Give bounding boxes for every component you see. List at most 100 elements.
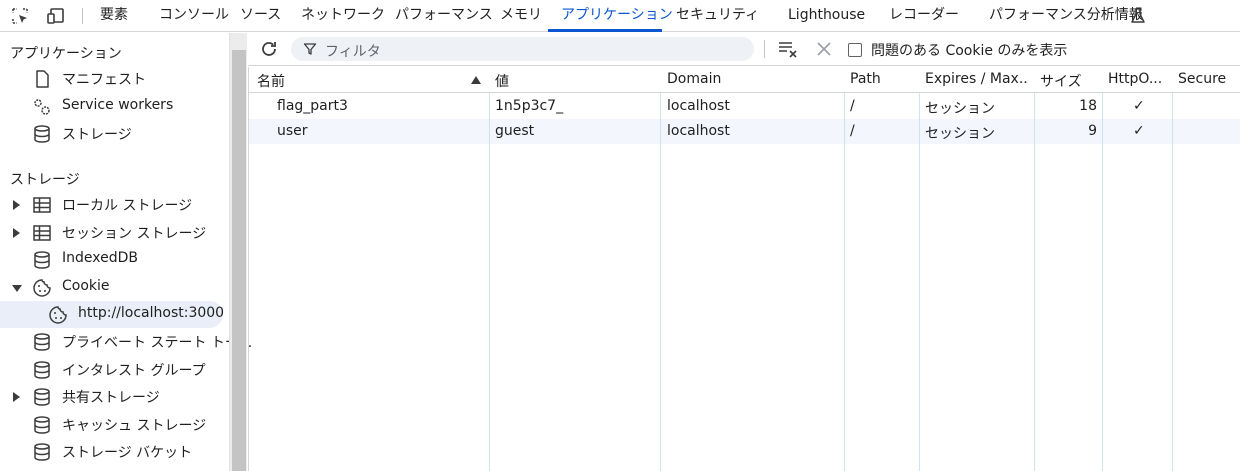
sidebar-item-label: http://localhost:3000 — [78, 305, 225, 321]
filter-funnel-icon — [303, 43, 317, 55]
sidebar-item-label: セッション ストレージ — [62, 226, 207, 242]
tab-performance[interactable]: パフォーマンス — [395, 0, 493, 32]
cell-size: 9 — [1088, 123, 1097, 139]
sidebar-item-local-storage[interactable]: ローカル ストレージ — [0, 191, 229, 218]
cell-value: 1n5p3c7_ — [495, 98, 564, 114]
sidebar-item-label: ローカル ストレージ — [62, 198, 193, 214]
sidebar-item-indexeddb[interactable]: IndexedDB — [0, 246, 229, 273]
sidebar-item-label: IndexedDB — [62, 250, 138, 266]
column-divider[interactable] — [1034, 67, 1035, 471]
sidebar-item-private-state-tokens[interactable]: プライベート ステート トー... — [0, 328, 252, 355]
tab-memory[interactable]: メモリ — [500, 0, 542, 32]
tab-application[interactable]: アプリケーション — [561, 0, 673, 32]
sidebar-item-service-workers[interactable]: Service workers — [0, 93, 229, 120]
tab-recorder[interactable]: レコーダー — [889, 0, 959, 32]
cookie-panel: フィルタ 問題のある Cookie のみを表示 flag_part3 1n5p3… — [248, 33, 1240, 471]
sidebar-item-label: プライベート ステート トー... — [62, 335, 253, 351]
table-row[interactable]: user guest localhost / セッション 9 ✓ — [249, 119, 1240, 144]
sidebar-item-storage-overview[interactable]: ストレージ — [0, 120, 229, 147]
clear-all-cookies-icon[interactable] — [777, 39, 799, 59]
sidebar-item-label: Cookie — [62, 278, 110, 294]
column-divider[interactable] — [1102, 67, 1103, 471]
cell-expires: セッション — [925, 126, 995, 142]
sidebar-item-shared-storage[interactable]: 共有ストレージ — [0, 383, 229, 410]
database-icon — [34, 443, 50, 461]
sort-ascending-icon[interactable] — [471, 76, 481, 84]
table-icon — [33, 197, 51, 213]
column-header-name[interactable]: 名前 — [257, 71, 285, 91]
column-header-size[interactable]: サイズ — [1040, 71, 1082, 91]
tab-sources[interactable]: ソース — [240, 0, 281, 32]
column-header-expires[interactable]: Expires / Max... — [925, 71, 1029, 87]
sidebar-item-cache-storage[interactable]: キャッシュ ストレージ — [0, 411, 229, 438]
expand-arrow-icon[interactable] — [13, 200, 20, 210]
tab-bar-separator — [82, 8, 83, 24]
scrollbar-thumb[interactable] — [232, 50, 246, 471]
filter-input[interactable]: フィルタ — [291, 37, 754, 61]
only-issues-checkbox[interactable] — [848, 43, 862, 57]
column-header-domain[interactable]: Domain — [667, 71, 721, 87]
filter-placeholder: フィルタ — [325, 44, 381, 60]
database-icon — [34, 333, 50, 351]
tab-network[interactable]: ネットワーク — [301, 0, 385, 32]
delete-selected-icon[interactable] — [814, 39, 834, 59]
refresh-icon[interactable] — [259, 39, 279, 59]
sidebar-item-label: ストレージ バケット — [62, 445, 193, 461]
cell-domain: localhost — [667, 123, 730, 139]
column-divider[interactable] — [660, 67, 661, 471]
sidebar-heading-application: アプリケーション — [10, 46, 122, 62]
active-tab-indicator — [548, 29, 662, 32]
sidebar-item-cookies[interactable]: Cookie — [0, 274, 229, 301]
sidebar-item-label: キャッシュ ストレージ — [62, 418, 207, 434]
tab-lighthouse[interactable]: Lighthouse — [788, 0, 865, 32]
cell-path: / — [850, 123, 855, 139]
application-sidebar: アプリケーション マニフェスト Service workers ストレージ スト… — [0, 33, 252, 471]
sidebar-item-storage-buckets[interactable]: ストレージ バケット — [0, 438, 229, 465]
cell-name: user — [277, 123, 308, 139]
database-icon — [34, 361, 50, 379]
database-icon — [34, 388, 50, 406]
toolbar-separator — [764, 40, 765, 58]
column-divider[interactable] — [919, 67, 920, 471]
column-header-httponly[interactable]: HttpO... — [1108, 71, 1170, 87]
experiment-flask-icon — [1131, 8, 1145, 23]
gears-icon — [34, 99, 50, 115]
expand-arrow-icon[interactable] — [13, 228, 20, 238]
collapse-arrow-icon[interactable] — [12, 285, 22, 292]
tab-elements[interactable]: 要素 — [100, 0, 128, 32]
column-header-secure[interactable]: Secure — [1178, 71, 1238, 87]
cell-size: 18 — [1079, 98, 1097, 114]
cell-expires: セッション — [925, 101, 995, 117]
device-toolbar-icon[interactable] — [46, 6, 66, 26]
sidebar-item-label: マニフェスト — [62, 72, 146, 88]
table-row[interactable]: flag_part3 1n5p3c7_ localhost / セッション 18… — [249, 94, 1240, 119]
sidebar-item-label: Service workers — [62, 97, 174, 113]
column-divider[interactable] — [844, 67, 845, 471]
sidebar-item-cookie-origin[interactable]: http://localhost:3000 — [0, 301, 225, 328]
database-icon — [34, 416, 50, 434]
tab-console[interactable]: コンソール — [159, 0, 229, 32]
tab-security[interactable]: セキュリティ — [676, 0, 759, 32]
devtools-tab-bar: 要素 コンソール ソース ネットワーク パフォーマンス メモリ アプリケーション… — [0, 0, 1240, 32]
inspect-element-icon[interactable] — [10, 6, 30, 26]
column-divider[interactable] — [1172, 67, 1173, 471]
database-icon — [34, 251, 50, 269]
tab-performance-insights[interactable]: パフォーマンス分析情報 — [989, 0, 1143, 32]
sidebar-scrollbar[interactable] — [229, 33, 247, 471]
expand-arrow-icon[interactable] — [13, 392, 20, 402]
file-icon — [36, 70, 49, 88]
column-header-path[interactable]: Path — [850, 71, 881, 87]
sidebar-item-interest-groups[interactable]: インタレスト グループ — [0, 356, 229, 383]
column-divider[interactable] — [489, 67, 490, 471]
sidebar-item-label: インタレスト グループ — [62, 363, 206, 379]
cookie-toolbar: フィルタ 問題のある Cookie のみを表示 — [248, 33, 1240, 66]
table-header: 名前 値 Domain Path Expires / Max... サイズ Ht… — [249, 67, 1240, 93]
sidebar-item-manifest[interactable]: マニフェスト — [0, 65, 229, 92]
cell-name: flag_part3 — [277, 98, 348, 114]
cell-httponly: ✓ — [1133, 123, 1145, 139]
cell-path: / — [850, 98, 855, 114]
sidebar-item-label: ストレージ — [62, 127, 132, 143]
database-icon — [34, 125, 50, 143]
sidebar-item-session-storage[interactable]: セッション ストレージ — [0, 219, 229, 246]
column-header-value[interactable]: 値 — [495, 71, 509, 91]
